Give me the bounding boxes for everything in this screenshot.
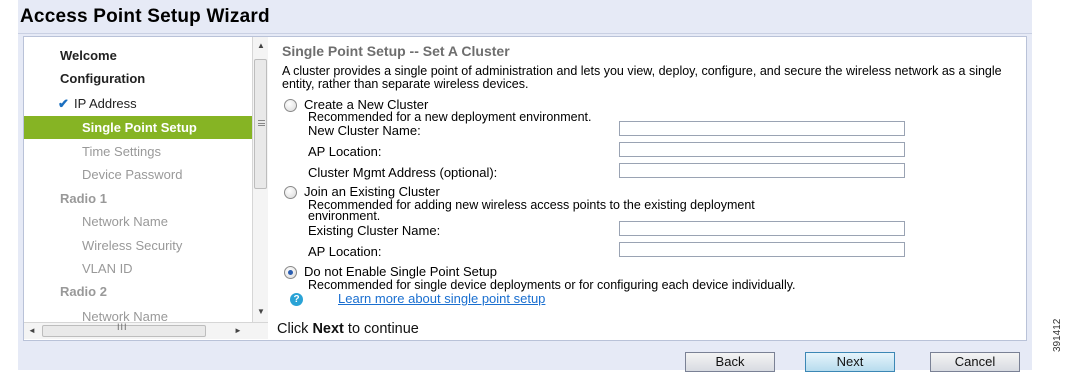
new-cluster-name-input[interactable]: [619, 121, 905, 136]
nav-item-configuration[interactable]: Configuration: [24, 67, 252, 90]
page-title: Single Point Setup -- Set A Cluster: [282, 43, 510, 59]
grip-icon: III: [117, 322, 128, 332]
existing-cluster-name-label: Existing Cluster Name:: [308, 223, 441, 238]
nav-item-time-settings[interactable]: Time Settings: [24, 140, 252, 163]
wizard-window: Access Point Setup Wizard Welcome Config…: [18, 0, 1032, 372]
nav-horizontal-scrollbar[interactable]: ◄ III ►: [24, 322, 268, 339]
check-icon: ✔: [58, 96, 69, 111]
join-ap-location-label: AP Location:: [308, 244, 382, 259]
nav-item-device-password[interactable]: Device Password: [24, 163, 252, 186]
nav-item-welcome[interactable]: Welcome: [24, 44, 252, 67]
join-cluster-label[interactable]: Join an Existing Cluster: [304, 184, 440, 199]
scroll-right-icon[interactable]: ►: [230, 323, 246, 339]
title-divider: [18, 33, 1032, 34]
nav-item-radio-2[interactable]: Radio 2: [24, 280, 252, 303]
nav-item-wireless-security[interactable]: Wireless Security: [24, 234, 252, 257]
continue-prefix: Click: [277, 321, 313, 337]
continue-emphasis: Next: [312, 321, 344, 337]
nav-vertical-scrollbar[interactable]: ▲ ▼: [252, 37, 268, 322]
cluster-mgmt-address-input[interactable]: [619, 163, 905, 178]
wizard-nav: Welcome Configuration ✔ IP Address Single…: [24, 37, 268, 340]
ap-location-input[interactable]: [619, 142, 905, 157]
continue-hint: Click Next to continue: [277, 321, 419, 337]
nav-item-single-point-setup[interactable]: Single Point Setup: [24, 116, 252, 139]
back-button[interactable]: Back: [685, 352, 775, 372]
join-ap-location-input[interactable]: [619, 242, 905, 257]
disable-single-point-hint: Recommended for single device deployment…: [308, 278, 796, 292]
content-area: Single Point Setup -- Set A Cluster A cl…: [278, 37, 1023, 340]
join-cluster-radio[interactable]: [284, 186, 297, 199]
nav-item-network-name[interactable]: Network Name: [24, 210, 252, 233]
scroll-thumb[interactable]: III: [42, 322, 206, 337]
nav-item-ip-address[interactable]: ✔ IP Address: [24, 92, 252, 115]
scroll-thumb[interactable]: [254, 59, 267, 189]
scroll-up-icon[interactable]: ▲: [253, 39, 268, 53]
wizard-panel: Welcome Configuration ✔ IP Address Single…: [23, 36, 1027, 341]
help-icon: ?: [290, 293, 303, 306]
scroll-left-icon[interactable]: ◄: [24, 323, 40, 339]
figure-code: 391412: [1052, 318, 1063, 352]
grip-icon: [258, 120, 265, 126]
next-button[interactable]: Next: [805, 352, 895, 372]
existing-cluster-name-input[interactable]: [619, 221, 905, 236]
disable-single-point-label[interactable]: Do not Enable Single Point Setup: [304, 264, 497, 279]
description: A cluster provides a single point of adm…: [282, 64, 1002, 91]
nav-item-vlan-id[interactable]: VLAN ID: [24, 257, 252, 280]
continue-suffix: to continue: [343, 321, 419, 337]
join-cluster-hint-2: environment.: [308, 209, 381, 223]
ap-location-label: AP Location:: [308, 144, 382, 159]
window-title: Access Point Setup Wizard: [20, 6, 270, 27]
scroll-down-icon[interactable]: ▼: [253, 305, 268, 319]
disable-single-point-radio[interactable]: [284, 266, 297, 279]
nav-item-label: IP Address: [74, 96, 137, 111]
create-cluster-radio[interactable]: [284, 99, 297, 112]
cancel-button[interactable]: Cancel: [930, 352, 1020, 372]
cluster-mgmt-address-label: Cluster Mgmt Address (optional):: [308, 165, 498, 180]
create-cluster-hint: Recommended for a new deployment environ…: [308, 110, 592, 124]
new-cluster-name-label: New Cluster Name:: [308, 123, 421, 138]
nav-item-radio-1[interactable]: Radio 1: [24, 187, 252, 210]
learn-more-link[interactable]: Learn more about single point setup: [338, 291, 545, 306]
